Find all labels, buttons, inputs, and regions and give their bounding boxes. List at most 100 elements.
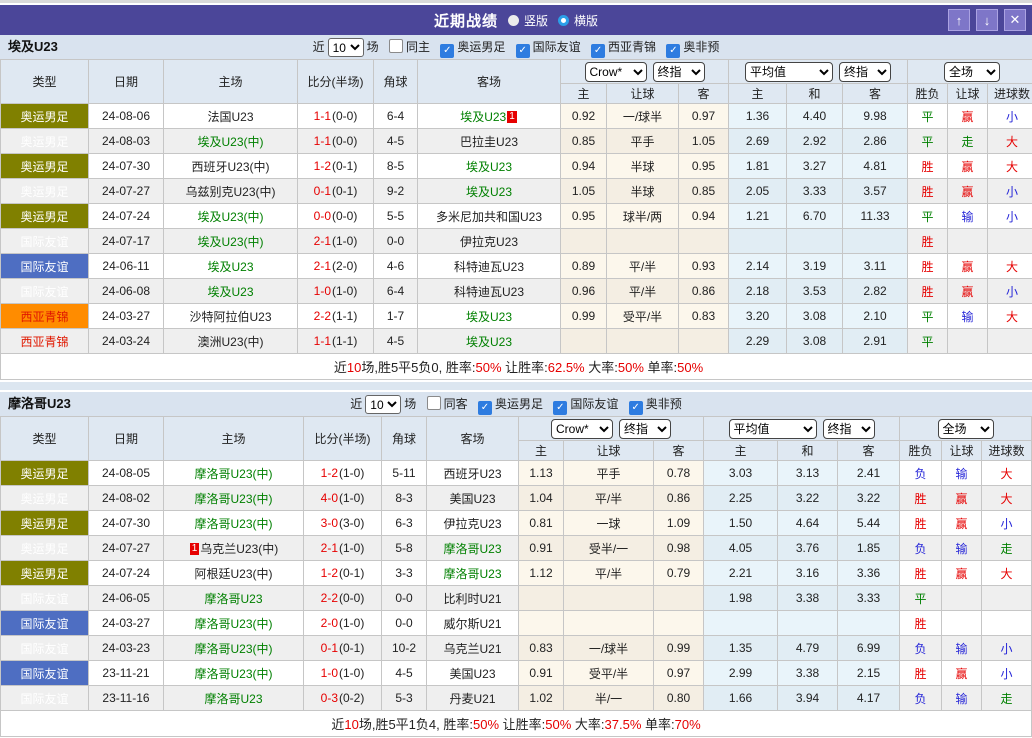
result-cell bbox=[981, 585, 1032, 611]
summary-segment: 62.5% bbox=[547, 360, 585, 375]
halftime-score: (0-1) bbox=[332, 184, 358, 198]
away-team: 巴拉圭U23 bbox=[417, 128, 561, 154]
europe-odds-cell: 3.36 bbox=[837, 560, 901, 586]
sub-header: 客 bbox=[837, 440, 901, 461]
col-header-away: 客场 bbox=[426, 416, 519, 461]
europe-odds-cell: 2.14 bbox=[728, 253, 788, 279]
league-checkbox-olympic[interactable] bbox=[478, 401, 492, 415]
europe-odds-cell: 4.17 bbox=[837, 685, 901, 711]
away-team: 伊拉克U23 bbox=[426, 510, 519, 536]
result-cell: 小 bbox=[981, 635, 1032, 661]
sub-header: 主 bbox=[703, 440, 779, 461]
handicap-odds-cell: 1.05 bbox=[560, 178, 607, 204]
same-venue-label: 同主 bbox=[405, 40, 430, 54]
match-date: 24-08-05 bbox=[88, 460, 164, 486]
europe-stage-select[interactable]: 终指 bbox=[839, 61, 892, 82]
halftime-score: (1-1) bbox=[332, 309, 358, 323]
handicap-odds-cell: 受平/半 bbox=[606, 303, 679, 329]
layout-radio-group: 竖版 bbox=[507, 12, 548, 29]
europe-odds-cell: 3.33 bbox=[837, 585, 901, 611]
europe-stage-select[interactable]: 终指 bbox=[822, 418, 875, 439]
result-cell: 大 bbox=[981, 485, 1032, 511]
result-cell: 输 bbox=[941, 460, 983, 486]
scroll-down-button[interactable]: ↓ bbox=[976, 9, 998, 31]
result-cell: 胜 bbox=[907, 253, 949, 279]
vertical-layout-radio[interactable] bbox=[507, 14, 519, 26]
handicap-odds-cell bbox=[560, 228, 607, 254]
recent-count-select[interactable]: 10 bbox=[365, 395, 402, 415]
match-date: 24-07-27 bbox=[88, 535, 164, 561]
summary-segment: 50% bbox=[617, 360, 644, 375]
europe-odds-cell: 2.05 bbox=[728, 178, 788, 204]
games-label: 场 bbox=[404, 397, 417, 411]
europe-odds-cell: 2.86 bbox=[842, 128, 909, 154]
halftime-score: (0-1) bbox=[332, 159, 358, 173]
handicap-odds-cell: 0.80 bbox=[652, 685, 705, 711]
scroll-up-button[interactable]: ↑ bbox=[948, 9, 970, 31]
europe-odds-header: 平均值 终指 bbox=[703, 416, 901, 441]
halftime-score: (1-0) bbox=[339, 466, 365, 480]
horizontal-layout-radio[interactable] bbox=[558, 14, 569, 26]
same-venue-checkbox[interactable] bbox=[388, 39, 403, 53]
europe-odds-cell: 4.79 bbox=[777, 635, 839, 661]
summary-segment: 10 bbox=[346, 360, 362, 375]
close-button[interactable]: ✕ bbox=[1004, 9, 1026, 31]
same-venue-checkbox[interactable] bbox=[426, 396, 441, 410]
match-row: 奥运男足 24-07-30 西班牙U23(中) 1-2(0-1) 8-5 埃及U23 0.9… bbox=[0, 153, 1032, 179]
summary-segment: 近 bbox=[331, 717, 345, 732]
europe-average-select[interactable]: 平均值 bbox=[728, 418, 817, 439]
handicap-stage-select[interactable]: 终指 bbox=[652, 61, 705, 82]
europe-odds-cell: 1.98 bbox=[703, 585, 779, 611]
sub-header: 和 bbox=[786, 83, 844, 104]
league-checkbox-wasia[interactable] bbox=[591, 44, 606, 58]
home-team: 摩洛哥U23(中) bbox=[163, 485, 304, 511]
league-checkbox-afprelim[interactable] bbox=[666, 44, 681, 58]
sub-header: 让球 bbox=[941, 440, 983, 461]
handicap-odds-cell: 一球 bbox=[563, 510, 654, 536]
match-score: 2-1(1-0) bbox=[297, 228, 374, 254]
handicap-company-select[interactable]: Crow* bbox=[584, 61, 647, 82]
match-score: 2-1(1-0) bbox=[303, 535, 382, 561]
europe-odds-cell: 2.99 bbox=[703, 660, 779, 686]
league-checkbox-friendly[interactable] bbox=[515, 44, 530, 58]
sub-header: 主 bbox=[518, 440, 564, 461]
match-row: 国际友谊 24-03-23 摩洛哥U23(中) 0-1(0-1) 10-2 乌克兰U21 0… bbox=[0, 635, 1032, 661]
league-checkbox-olympic[interactable] bbox=[440, 44, 455, 58]
europe-odds-cell: 3.76 bbox=[777, 535, 839, 561]
halftime-score: (0-1) bbox=[339, 566, 365, 580]
col-header-corner: 角球 bbox=[381, 416, 427, 461]
corner-score: 0-0 bbox=[373, 228, 418, 254]
match-row: 奥运男足 24-07-30 摩洛哥U23(中) 3-0(3-0) 6-3 伊拉克U23 0.… bbox=[0, 510, 1032, 536]
league-checkbox-afprelim[interactable] bbox=[628, 401, 643, 415]
europe-odds-cell: 3.53 bbox=[786, 278, 844, 304]
sub-header: 客 bbox=[677, 83, 730, 104]
recent-count-select[interactable]: 10 bbox=[327, 38, 364, 58]
europe-average-select[interactable]: 平均值 bbox=[745, 61, 834, 82]
match-type-cell: 国际友谊 bbox=[0, 228, 89, 254]
handicap-stage-select[interactable]: 终指 bbox=[619, 418, 671, 439]
corner-score: 5-8 bbox=[381, 535, 427, 561]
handicap-company-select[interactable]: Crow* bbox=[551, 418, 613, 439]
team-label: 摩洛哥U23 bbox=[204, 691, 263, 706]
handicap-odds-cell: 0.94 bbox=[677, 203, 730, 229]
section-divider bbox=[0, 380, 1032, 392]
scope-select[interactable]: 全场 bbox=[944, 61, 1001, 82]
scope-select[interactable]: 全场 bbox=[937, 418, 994, 439]
europe-odds-cell: 2.82 bbox=[842, 278, 909, 304]
match-date: 24-03-24 bbox=[88, 328, 164, 354]
match-type-cell: 奥运男足 bbox=[0, 535, 89, 561]
fulltime-score: 3-0 bbox=[320, 516, 338, 530]
handicap-odds-cell: 半球 bbox=[606, 178, 679, 204]
corner-score: 10-2 bbox=[381, 635, 427, 661]
match-date: 24-03-27 bbox=[88, 610, 164, 636]
corner-score: 4-5 bbox=[373, 328, 418, 354]
match-date: 24-07-24 bbox=[88, 203, 164, 229]
match-score: 0-1(0-1) bbox=[297, 178, 374, 204]
result-cell: 赢 bbox=[941, 560, 983, 586]
team-label: 埃及U23 bbox=[465, 159, 512, 174]
fulltime-score: 1-1 bbox=[313, 134, 331, 148]
record-summary: 近10场,胜5平1负4, 胜率:50% 让胜率:50% 大率:37.5% 单率:… bbox=[0, 710, 1032, 737]
home-team: 1 乌克兰U23(中) bbox=[163, 535, 304, 561]
league-checkbox-friendly[interactable] bbox=[553, 401, 568, 415]
match-date: 24-06-11 bbox=[88, 253, 164, 279]
